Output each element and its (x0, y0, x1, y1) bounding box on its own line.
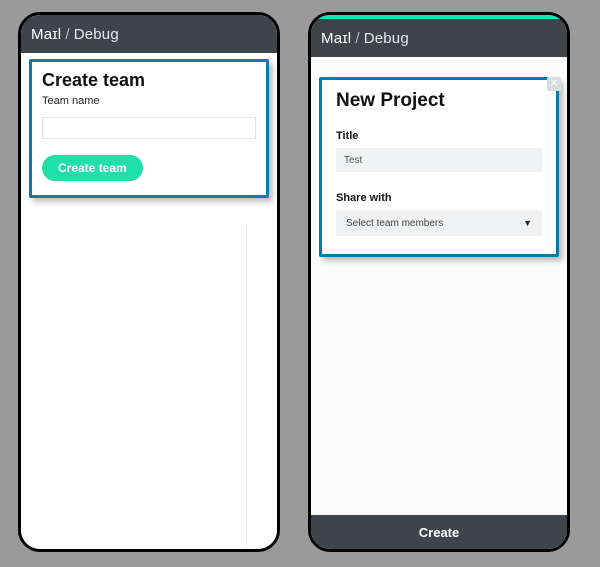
divider-line (246, 223, 247, 549)
title-label: Title (336, 130, 542, 142)
create-team-button[interactable]: Create team (42, 155, 143, 181)
team-name-label: Team name (42, 95, 256, 107)
page-name: Debug (74, 26, 119, 43)
brand-name: Maɪl (31, 26, 61, 43)
share-with-select[interactable]: Select team members ▼ (336, 210, 542, 236)
modal-title: New Project (336, 90, 542, 112)
device-frame-left: Maɪl / Debug Create team Team name Creat… (18, 12, 280, 552)
app-header-right: Maɪl / Debug (311, 19, 567, 57)
brand-separator: / (355, 30, 359, 47)
close-icon[interactable]: ✕ (547, 77, 561, 91)
footer-bar: Create (311, 515, 567, 549)
chevron-down-icon: ▼ (523, 218, 532, 228)
brand-separator: / (65, 26, 69, 43)
share-with-label: Share with (336, 192, 542, 204)
create-team-panel: Create team Team name Create team (29, 59, 269, 198)
page-name: Debug (364, 30, 409, 47)
brand-name: Maɪl (321, 30, 351, 47)
screen-right: ✕ New Project Title Share with Select te… (311, 57, 567, 515)
create-button[interactable]: Create (419, 525, 459, 540)
device-frame-right: Maɪl / Debug ✕ New Project Title Share w… (308, 12, 570, 552)
create-team-heading: Create team (42, 70, 256, 91)
share-with-placeholder: Select team members (346, 218, 443, 229)
screen-left: Create team Team name Create team (21, 53, 277, 549)
team-name-input[interactable] (42, 117, 256, 139)
new-project-modal: New Project Title Share with Select team… (319, 77, 559, 257)
project-title-input[interactable] (336, 148, 542, 172)
app-header-left: Maɪl / Debug (21, 15, 277, 53)
